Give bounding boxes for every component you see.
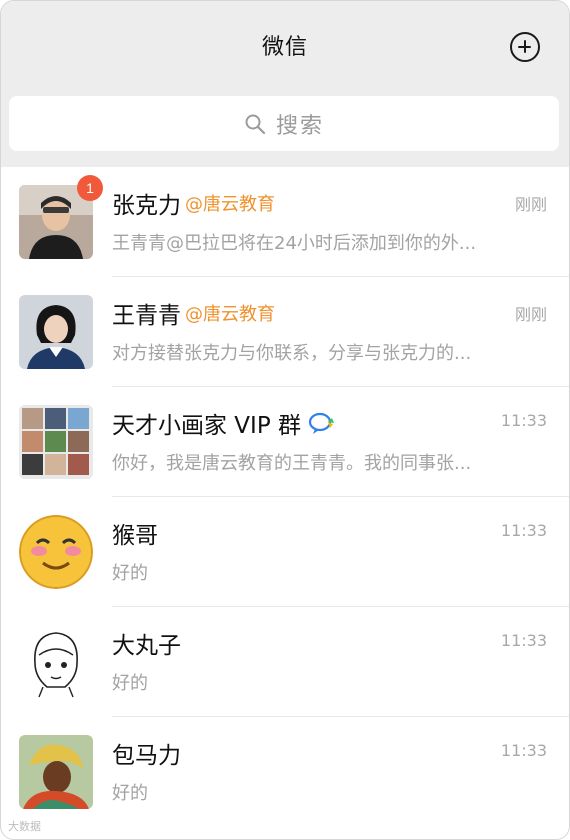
avatar [19, 625, 93, 699]
message-time: 11:33 [500, 631, 547, 650]
page-title: 微信 [261, 35, 308, 60]
chat-row[interactable]: 1 张克力 @唐云教育 刚刚 王青青@巴拉巴将在24小时后添加到你的外... [1, 167, 569, 277]
unread-badge: 1 [77, 175, 103, 201]
contact-name: 张克力 [112, 193, 181, 219]
contact-name: 猴哥 [112, 523, 158, 549]
chat-row[interactable]: 天才小画家 VIP 群 11:33 你好，我是唐云教育的王青青。我的同事张... [1, 387, 569, 497]
chat-row[interactable]: 猴哥 11:33 好的 [1, 497, 569, 607]
watermark: 大数据 [8, 821, 41, 833]
search-placeholder: 搜索 [275, 113, 324, 139]
message-time: 11:33 [500, 741, 547, 760]
contact-name: 大丸子 [112, 633, 181, 659]
chat-row[interactable]: 包马力 11:33 好的 [1, 717, 569, 827]
contact-name: 包马力 [112, 743, 181, 769]
message-time: 刚刚 [514, 305, 547, 324]
avatar [19, 405, 93, 479]
chat-list-window: 微信 搜索 1 张克力 @唐云教育 刚刚 王青青@巴拉巴将在24小时后添加到你的… [0, 0, 570, 840]
avatar [19, 735, 93, 809]
chat-row[interactable]: 王青青 @唐云教育 刚刚 对方接替张克力与你联系，分享与张克力的... [1, 277, 569, 387]
search-bar[interactable]: 搜索 [9, 96, 559, 151]
chat-row[interactable]: 大丸子 11:33 好的 [1, 607, 569, 717]
message-preview: 好的 [112, 783, 148, 804]
message-preview: 你好，我是唐云教育的王青青。我的同事张... [112, 453, 472, 474]
contact-org: @唐云教育 [185, 304, 275, 325]
message-time: 11:33 [500, 411, 547, 430]
message-preview: 好的 [112, 673, 148, 694]
message-time: 刚刚 [514, 195, 547, 214]
message-preview: 对方接替张克力与你联系，分享与张克力的... [112, 343, 472, 364]
contact-name: 天才小画家 VIP 群 [112, 413, 302, 439]
search-icon [245, 114, 266, 134]
enterprise-group-icon [308, 412, 335, 434]
contact-org: @唐云教育 [185, 194, 275, 215]
contact-name: 王青青 [112, 303, 181, 329]
avatar [19, 295, 93, 369]
plus-circle-icon[interactable] [510, 32, 540, 62]
message-time: 11:33 [500, 521, 547, 540]
message-preview: 王青青@巴拉巴将在24小时后添加到你的外... [112, 233, 477, 254]
message-preview: 好的 [112, 563, 148, 584]
avatar [19, 515, 93, 589]
top-bar: 微信 搜索 [1, 1, 569, 167]
